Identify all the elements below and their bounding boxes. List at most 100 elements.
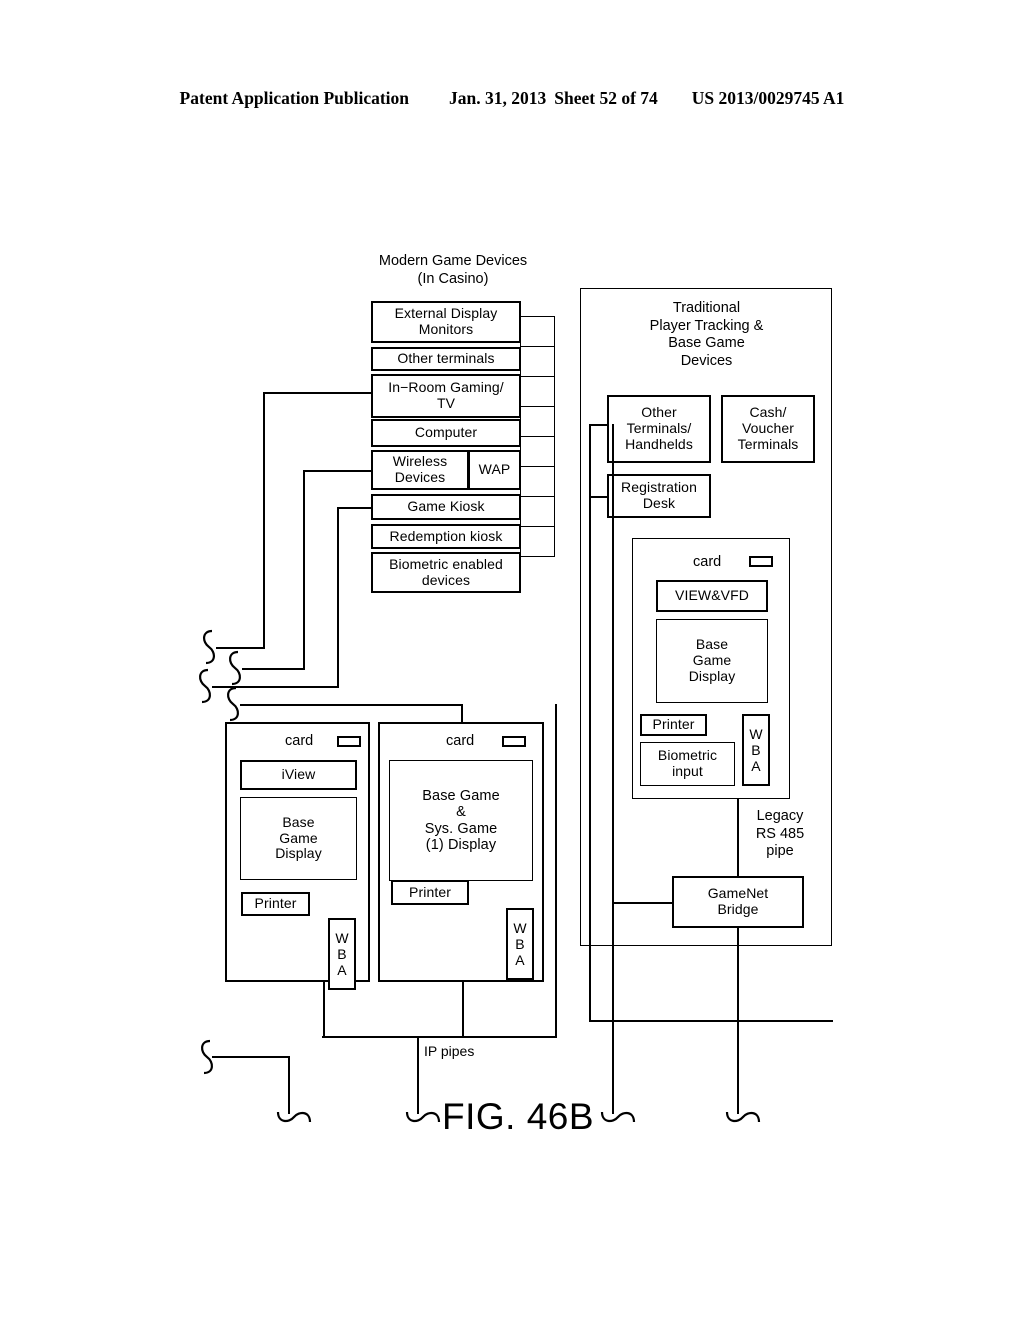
device-label: Other terminals <box>397 350 495 367</box>
wire-bridge-drop <box>737 927 739 1114</box>
module-label: Base Game Display <box>275 813 322 862</box>
wire-gamekiosk-vert <box>337 507 339 688</box>
cabinet-left-wba[interactable]: W B A <box>328 918 356 990</box>
module-label: Base Game Display <box>688 636 736 684</box>
cabinet-right-display[interactable]: Base Game & Sys. Game (1) Display <box>389 760 533 881</box>
connector-stub <box>520 466 555 497</box>
wire-wireless-top <box>303 470 372 472</box>
wba-letter: A <box>515 952 525 969</box>
wire-bus4-vert <box>461 704 463 724</box>
modern-game-devices-title: Modern Game Devices (In Casino) <box>378 253 528 287</box>
wire-wireless-vert <box>303 470 305 670</box>
break-symbol-3 <box>199 668 211 704</box>
module-label: Printer <box>409 883 451 900</box>
figure-title: FIG. 46B <box>442 1096 595 1137</box>
device-game-kiosk[interactable]: Game Kiosk <box>371 494 521 520</box>
cabinet-left-card-label: card <box>285 733 314 749</box>
device-label: Computer <box>414 424 478 441</box>
wba-letter: A <box>337 962 347 979</box>
module-label: Biometric input <box>657 747 718 779</box>
device-label: Game Kiosk <box>407 498 485 515</box>
ip-pipes-label: IP pipes <box>424 1043 475 1059</box>
device-in-room-gaming-tv[interactable]: In−Room Gaming/ TV <box>371 374 521 418</box>
device-computer[interactable]: Computer <box>371 419 521 447</box>
legacy-card-label: card <box>693 554 722 570</box>
connector-stub <box>520 316 555 347</box>
figure-46b: Modern Game Devices (In Casino) External… <box>0 0 1024 1320</box>
wba-letter: W <box>335 929 349 946</box>
device-label: External Display Monitors <box>394 305 498 337</box>
break-symbol-9 <box>725 1111 761 1123</box>
cabinet-left-base-game-display[interactable]: Base Game Display <box>240 797 357 880</box>
wire-wireless-bottom <box>242 668 305 670</box>
break-symbol-5 <box>201 1039 213 1075</box>
device-label: Other Terminals/ Handhelds <box>625 404 693 452</box>
wire-bridge-left-tap <box>612 902 673 904</box>
wire-inroom-vert <box>263 392 265 648</box>
card-slot-icon <box>337 736 361 747</box>
wba-letter: W <box>749 725 763 742</box>
cabinet-right-printer[interactable]: Printer <box>391 880 469 905</box>
connector-stub <box>520 526 555 557</box>
legacy-view-vfd[interactable]: VIEW&VFD <box>656 580 768 612</box>
legacy-rs485-pipe-label: Legacy RS 485 pipe <box>755 808 805 860</box>
wire-cabright-drop <box>462 981 464 1037</box>
device-label: Wireless Devices <box>392 453 448 485</box>
cabinet-left-printer[interactable]: Printer <box>241 892 310 916</box>
device-label: Redemption kiosk <box>389 527 503 544</box>
module-label: Printer <box>254 895 297 912</box>
module-label: iView <box>281 766 316 783</box>
device-biometric-enabled-devices[interactable]: Biometric enabled devices <box>371 552 521 593</box>
cabinet-right-card-label: card <box>446 733 475 749</box>
gamenet-bridge[interactable]: GameNet Bridge <box>672 876 804 928</box>
device-other-terminals[interactable]: Other terminals <box>371 347 521 371</box>
legacy-printer[interactable]: Printer <box>640 714 707 736</box>
break-symbol-8 <box>600 1111 636 1123</box>
connector-stub <box>520 406 555 437</box>
wire-inroom-top <box>263 392 372 394</box>
device-external-display-monitors[interactable]: External Display Monitors <box>371 301 521 343</box>
cabinet-right-wba[interactable]: W B A <box>506 908 534 980</box>
wire-lower-left-h <box>212 1056 290 1058</box>
wire-other-terminals-tap <box>589 424 608 426</box>
wire-inner-trunk-drop <box>612 902 614 1114</box>
module-label: VIEW&VFD <box>675 587 749 604</box>
device-cash-voucher-terminals[interactable]: Cash/ Voucher Terminals <box>721 395 815 463</box>
legacy-base-game-display[interactable]: Base Game Display <box>656 619 768 703</box>
module-label: Printer <box>652 716 695 733</box>
wba-letter: W <box>513 919 527 936</box>
wire-bus4-horizontal <box>240 704 463 706</box>
card-slot-icon <box>749 556 773 567</box>
module-label: Base Game & Sys. Game (1) Display <box>422 788 500 853</box>
wba-letter: A <box>751 758 761 775</box>
connector-stub <box>520 376 555 407</box>
wire-cableft-drop <box>323 981 325 1037</box>
break-symbol-2 <box>229 650 241 686</box>
device-registration-desk[interactable]: Registration Desk <box>607 474 711 518</box>
break-symbol-7 <box>405 1111 441 1123</box>
wire-registration-tap <box>589 496 608 498</box>
traditional-devices-title: Traditional Player Tracking & Base Game … <box>649 300 764 370</box>
wire-ip-bus <box>322 1036 557 1038</box>
device-wap[interactable]: WAP <box>468 450 521 490</box>
device-label: Biometric enabled devices <box>389 555 503 588</box>
legacy-wba[interactable]: W B A <box>742 714 770 786</box>
break-symbol-1 <box>203 629 215 665</box>
wire-inner-trunk-bottom <box>589 1020 833 1022</box>
device-other-terminals-handhelds[interactable]: Other Terminals/ Handhelds <box>607 395 711 463</box>
break-symbol-4 <box>227 686 239 722</box>
wba-letter: B <box>337 945 347 962</box>
module-label: GameNet Bridge <box>707 885 769 917</box>
cabinet-left-iview[interactable]: iView <box>240 760 357 790</box>
wire-ip-drop <box>417 1036 419 1114</box>
wire-right-trunk <box>589 424 591 1022</box>
device-wireless-devices[interactable]: Wireless Devices <box>371 450 469 490</box>
legacy-biometric-input[interactable]: Biometric input <box>640 742 735 786</box>
device-redemption-kiosk[interactable]: Redemption kiosk <box>371 524 521 549</box>
connector-stub <box>520 496 555 527</box>
device-label: WAP <box>478 461 511 478</box>
wba-letter: B <box>515 935 525 952</box>
wire-legacy-to-bridge <box>737 798 739 877</box>
connector-stub <box>520 436 555 467</box>
break-symbol-6 <box>276 1111 312 1123</box>
